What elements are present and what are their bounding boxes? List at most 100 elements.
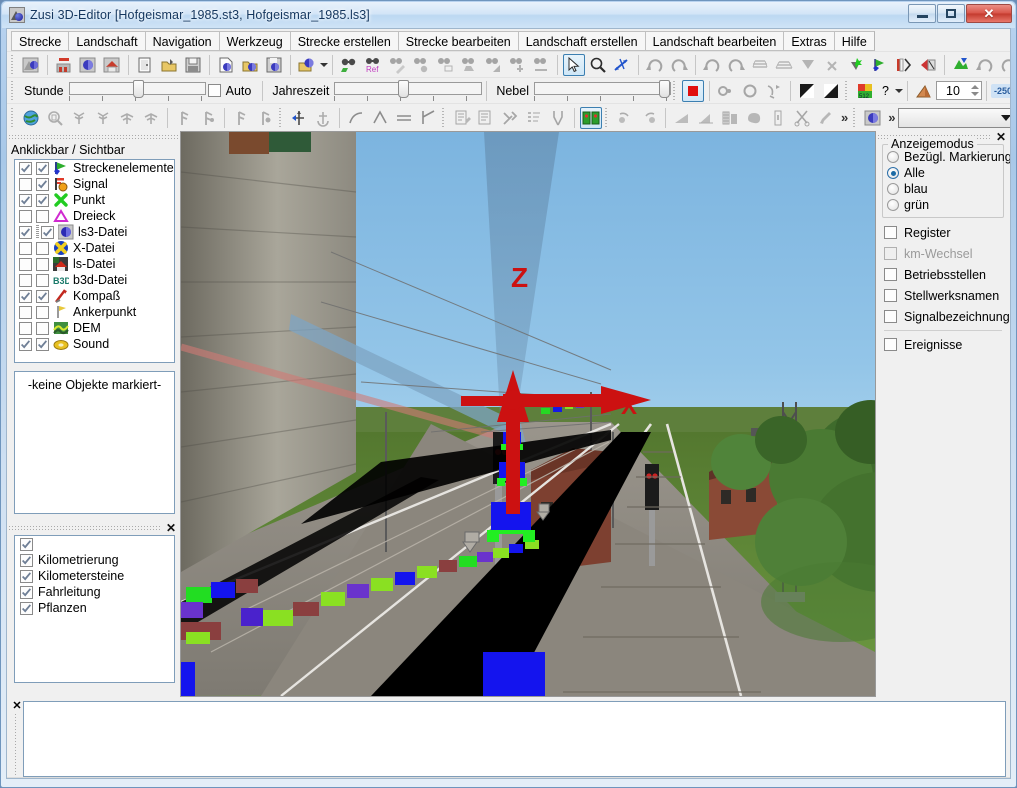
value-stepper-arrows[interactable] (969, 82, 981, 99)
visible-checkbox[interactable] (36, 193, 49, 207)
anzeigemodus-radio-row[interactable]: Bezügl. Markierung (887, 149, 1010, 165)
tree-row[interactable]: ls3-Datei (15, 224, 174, 240)
doc-edit-button[interactable] (451, 107, 473, 129)
pole-d-button[interactable] (254, 107, 276, 129)
tree-d-button[interactable] (140, 107, 162, 129)
log-textarea[interactable] (23, 701, 1006, 777)
toolbar3-overflow-button[interactable]: » (841, 110, 848, 125)
circle-button[interactable] (739, 80, 761, 102)
stunde-slider[interactable] (68, 79, 206, 101)
display-option-checkbox[interactable] (884, 226, 897, 239)
anzeigemodus-radio-row[interactable]: Alle (887, 165, 999, 181)
visible-checkbox[interactable] (36, 161, 49, 175)
new-signal-button[interactable] (53, 54, 75, 76)
new-document-button[interactable] (215, 54, 237, 76)
blob-button[interactable] (743, 107, 765, 129)
clickable-checkbox[interactable] (19, 289, 32, 303)
redo-rot-button[interactable] (668, 54, 690, 76)
layer-row[interactable]: Fahrleitung (15, 584, 174, 600)
open-folder-button[interactable] (158, 54, 180, 76)
toolbar3-grip-4[interactable] (604, 107, 610, 128)
menu-landschaft-bearbeiten[interactable]: Landschaft bearbeiten (644, 31, 785, 51)
selection-listbox[interactable]: -keine Objekte markiert- (14, 371, 175, 514)
help-dropdown-caret[interactable] (894, 88, 903, 93)
value-stepper-input[interactable] (936, 82, 969, 99)
select-track-button[interactable] (530, 54, 552, 76)
anzeigemodus-radio-row[interactable]: grün (887, 197, 999, 213)
nebel-slider-thumb[interactable] (659, 79, 670, 98)
stop-record-button[interactable] (682, 79, 704, 102)
edit-marked-button[interactable] (386, 54, 408, 76)
deselect-button[interactable] (506, 54, 528, 76)
radio-button[interactable] (887, 183, 899, 195)
offset-minus-250-button[interactable]: -250 (990, 83, 1010, 98)
tree-row[interactable]: B3D b3d-Datei (15, 272, 174, 288)
node-right-button[interactable] (638, 107, 660, 129)
building-grid-button[interactable] (719, 107, 741, 129)
toolbar2-grip[interactable] (10, 80, 16, 101)
anchor-button[interactable] (312, 107, 334, 129)
log-grip[interactable] (14, 714, 20, 777)
node-left-button[interactable] (614, 107, 636, 129)
flag-green-button[interactable] (869, 54, 891, 76)
open-file-button[interactable] (134, 54, 156, 76)
select-partial-button[interactable] (482, 54, 504, 76)
open-landscape-button[interactable] (239, 54, 261, 76)
anzeigemodus-radio-row[interactable]: blau (887, 181, 999, 197)
doc-edit2-button[interactable] (475, 107, 497, 129)
right-panel-close-icon[interactable]: ✕ (996, 131, 1006, 143)
delete-small-button[interactable] (821, 54, 843, 76)
close-button[interactable]: ✕ (966, 4, 1012, 23)
display-option-checkbox[interactable] (884, 310, 897, 323)
curve-button[interactable] (345, 107, 367, 129)
chevron-down-icon[interactable] (1001, 114, 1010, 121)
toolbar3-grip-5[interactable] (852, 107, 859, 128)
layer-checkbox[interactable] (20, 601, 33, 615)
rotate-tool-button[interactable] (611, 54, 633, 76)
clickable-checkbox[interactable] (19, 321, 32, 335)
anzeigemodus-radios[interactable]: Bezügl. Markierung Alle blau grün (887, 149, 1010, 213)
visible-checkbox[interactable] (36, 257, 49, 271)
pointer-tool-button[interactable] (563, 53, 585, 76)
flip-button[interactable] (797, 54, 819, 76)
shade-dark-button[interactable] (796, 80, 818, 102)
tree-row[interactable]: Streckenelemente (15, 160, 174, 176)
tree-row[interactable]: X-Datei (15, 240, 174, 256)
new-object-button[interactable] (77, 54, 99, 76)
layer-row[interactable]: Kilometrierung (15, 552, 174, 568)
tree-a-button[interactable] (68, 107, 90, 129)
clickable-checkbox[interactable] (19, 177, 32, 191)
save-landscape-button[interactable] (263, 54, 285, 76)
toolbar2-grip-2[interactable] (672, 80, 678, 101)
clickable-checkbox[interactable] (19, 305, 32, 319)
open-route-button[interactable] (20, 54, 42, 76)
select-area-button[interactable] (434, 54, 456, 76)
value-stepper[interactable] (935, 81, 982, 100)
object-select-combo[interactable] (898, 107, 1010, 128)
radio-button[interactable] (887, 151, 899, 163)
new-building-button[interactable] (101, 54, 123, 76)
rot-cw2-button[interactable] (725, 54, 747, 76)
bar-chart-button[interactable] (695, 107, 717, 129)
radio-button[interactable] (887, 199, 899, 211)
menu-strecke[interactable]: Strecke (11, 31, 70, 51)
menu-hilfe[interactable]: Hilfe (833, 31, 875, 51)
rot-ccw2-button[interactable] (701, 54, 723, 76)
terrain-green-button[interactable] (950, 54, 972, 76)
visible-checkbox[interactable] (36, 241, 49, 255)
tree-row[interactable]: Sound (15, 336, 174, 352)
panel-button[interactable] (767, 107, 789, 129)
path-node-button[interactable] (763, 80, 785, 102)
tree-row[interactable]: Kompaß (15, 288, 174, 304)
clickable-checkbox[interactable] (19, 209, 32, 223)
measure-button[interactable] (893, 54, 915, 76)
clickable-checkbox[interactable] (19, 161, 32, 175)
visible-checkbox[interactable] (36, 177, 49, 191)
save-button[interactable] (182, 54, 204, 76)
layer-checkbox[interactable] (20, 569, 33, 583)
toolbar3-grip[interactable] (10, 107, 16, 128)
rotate-left-button[interactable] (644, 54, 666, 76)
visible-checkbox[interactable] (36, 289, 49, 303)
drag-handle-icon[interactable] (36, 225, 39, 239)
tree-row[interactable]: Dreieck (15, 208, 174, 224)
